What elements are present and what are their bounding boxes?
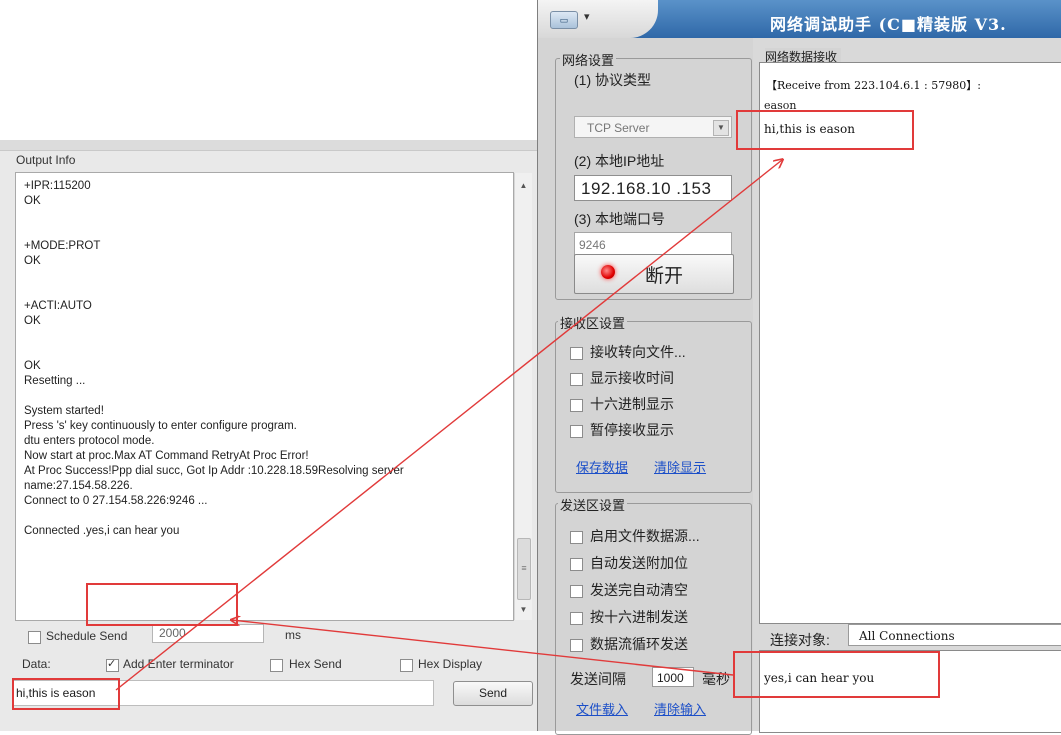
send-interval-unit: 毫秒 xyxy=(702,671,730,687)
scroll-thumb[interactable]: ≡ xyxy=(517,538,531,600)
settings-column: 网络设置 (1) 协议类型 TCP Server ▼ (2) 本地IP地址 19… xyxy=(538,38,753,735)
schedule-send-label: Schedule Send xyxy=(46,629,128,643)
highlight-sent-reply xyxy=(733,651,940,698)
schedule-interval-input[interactable]: 2000 xyxy=(152,624,264,643)
checkbox[interactable] xyxy=(570,611,583,625)
send-option-append-bit[interactable]: 自动发送附加位 xyxy=(570,553,688,573)
highlight-outgoing-message xyxy=(12,678,120,710)
send-interval-label: 发送间隔 xyxy=(570,671,626,687)
scroll-down-icon[interactable]: ▼ xyxy=(517,603,530,616)
checkbox[interactable] xyxy=(570,530,583,544)
receive-settings-group: 接收区设置 接收转向文件... 显示接收时间 十六进制显示 暂停接收显示 保存数… xyxy=(555,313,752,493)
local-port-label: (3) 本地端口号 xyxy=(574,211,665,227)
hex-send-checkbox[interactable] xyxy=(270,659,283,672)
checkbox[interactable] xyxy=(570,346,583,360)
output-scrollbar[interactable]: ▲ ≡ ▼ xyxy=(514,173,532,620)
interval-unit-label: ms xyxy=(285,628,301,642)
file-load-link[interactable]: 文件载入 xyxy=(576,699,628,718)
title-menu-area: ▭ ▾ xyxy=(538,0,658,38)
highlight-received-message xyxy=(736,110,914,150)
output-log-text: +IPR:115200 OK +MODE:PROT OK +ACTI:AUTO … xyxy=(24,180,404,537)
app-icon[interactable]: ▭ xyxy=(550,11,578,29)
send-option-file-source[interactable]: 启用文件数据源... xyxy=(570,526,700,546)
hex-send-label: Hex Send xyxy=(289,657,342,671)
connection-target-label: 连接对象: xyxy=(770,632,830,648)
receive-settings-legend: 接收区设置 xyxy=(558,313,628,332)
connection-status-led-icon xyxy=(601,265,615,279)
output-info-label: Output Info xyxy=(16,153,76,167)
recv-option-show-time[interactable]: 显示接收时间 xyxy=(570,368,674,388)
add-enter-terminator-label: Add Enter terminator xyxy=(123,657,234,671)
title-bar[interactable]: ▭ ▾ 网络调试助手 (C■精装版 V3. xyxy=(538,0,1061,38)
chevron-down-icon[interactable]: ▾ xyxy=(584,10,590,23)
checkbox[interactable] xyxy=(570,424,583,438)
send-interval-input[interactable]: 1000 xyxy=(652,667,694,687)
checkbox[interactable] xyxy=(570,557,583,571)
recv-option-pause-display[interactable]: 暂停接收显示 xyxy=(570,420,674,440)
add-enter-terminator-checkbox[interactable] xyxy=(106,657,119,672)
clear-display-link[interactable]: 清除显示 xyxy=(654,457,706,476)
local-ip-input[interactable]: 192.168.10 .153 xyxy=(574,175,732,201)
hex-display-checkbox[interactable] xyxy=(400,659,413,672)
checkbox[interactable] xyxy=(570,638,583,652)
checkbox[interactable] xyxy=(570,584,583,598)
clear-input-link[interactable]: 清除输入 xyxy=(654,699,706,718)
window-title: 网络调试助手 (C■精装版 V3. xyxy=(770,15,1007,34)
recv-option-hex-display[interactable]: 十六进制显示 xyxy=(570,394,674,414)
protocol-select[interactable]: TCP Server ▼ xyxy=(574,116,732,138)
send-option-auto-clear[interactable]: 发送完自动清空 xyxy=(570,580,688,600)
schedule-send-checkbox[interactable] xyxy=(28,631,41,644)
disconnect-button[interactable]: 断开 xyxy=(574,254,734,294)
grip-icon: ≡ xyxy=(521,563,527,573)
local-port-input[interactable]: 9246 xyxy=(574,232,732,256)
checkbox[interactable] xyxy=(570,372,583,386)
highlight-received-reply xyxy=(86,583,238,626)
top-strip xyxy=(0,140,542,151)
save-data-link[interactable]: 保存数据 xyxy=(576,457,628,476)
output-log[interactable]: +IPR:115200 OK +MODE:PROT OK +ACTI:AUTO … xyxy=(15,172,514,621)
protocol-label: (1) 协议类型 xyxy=(574,72,651,88)
recv-option-redirect-file[interactable]: 接收转向文件... xyxy=(570,342,686,362)
data-label: Data: xyxy=(22,657,51,671)
chevron-down-icon[interactable]: ▼ xyxy=(713,120,729,136)
send-option-hex-send[interactable]: 按十六进制发送 xyxy=(570,607,688,627)
send-option-loop-send[interactable]: 数据流循环发送 xyxy=(570,634,688,654)
disconnect-label: 断开 xyxy=(645,266,684,287)
hex-display-label: Hex Display xyxy=(418,657,483,671)
protocol-value: TCP Server xyxy=(587,121,650,135)
connection-target-select[interactable]: All Connections xyxy=(848,624,1061,646)
send-settings-legend: 发送区设置 xyxy=(558,495,628,514)
serial-terminal-panel: Output Info +IPR:115200 OK +MODE:PROT OK… xyxy=(0,140,542,731)
send-settings-group: 发送区设置 启用文件数据源... 自动发送附加位 发送完自动清空 按十六进制发送… xyxy=(555,495,752,735)
local-ip-label: (2) 本地IP地址 xyxy=(574,153,665,169)
network-settings-legend: 网络设置 xyxy=(560,50,617,69)
receive-header: 【Receive from 223.104.6.1 : 57980】: xyxy=(766,79,981,92)
scroll-up-icon[interactable]: ▲ xyxy=(517,179,530,192)
send-button[interactable]: Send xyxy=(453,681,533,706)
checkbox[interactable] xyxy=(570,398,583,412)
